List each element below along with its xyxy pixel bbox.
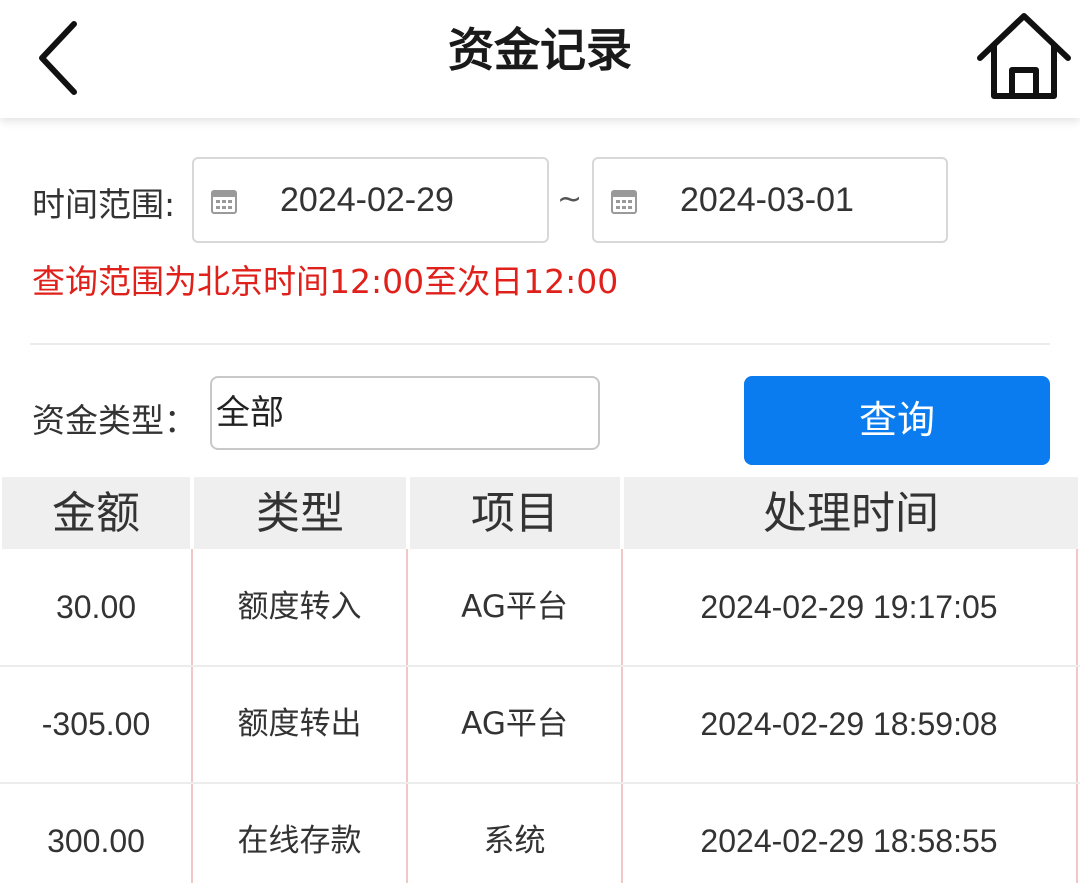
table-header: 金额 类型 项目 处理时间 [0, 477, 1080, 549]
time-range-label: 时间范围: [32, 185, 176, 224]
calendar-icon [211, 190, 237, 214]
item-cell: AG平台 [461, 589, 568, 625]
divider [30, 343, 1050, 345]
start-date-input[interactable]: 2024-02-29 [192, 157, 549, 243]
type-cell: 额度转入 [237, 589, 362, 625]
table-row[interactable]: 30.00 额度转入 AG平台 2024-02-29 19:17:05 [0, 549, 1080, 666]
fund-type-label: 资金类型： [32, 401, 197, 440]
query-button[interactable]: 查询 [744, 376, 1050, 465]
type-cell: 额度转出 [237, 706, 362, 742]
amount-cell: 300.00 [47, 823, 145, 859]
home-button[interactable] [974, 8, 1074, 104]
item-cell: AG平台 [461, 706, 568, 742]
home-icon [977, 13, 1071, 99]
start-date-value: 2024-02-29 [280, 181, 454, 219]
table-row[interactable]: -305.00 额度转出 AG平台 2024-02-29 18:59:08 [0, 666, 1080, 783]
fund-type-value: 全部 [216, 393, 284, 433]
column-header-amount: 金额 [2, 477, 190, 549]
time-cell: 2024-02-29 19:17:05 [700, 589, 998, 625]
column-header-type: 类型 [194, 477, 406, 549]
end-date-value: 2024-03-01 [680, 181, 854, 219]
column-header-time: 处理时间 [624, 477, 1078, 549]
page-title: 资金记录 [448, 23, 632, 77]
fund-type-select[interactable]: 全部 [210, 376, 600, 450]
time-cell: 2024-02-29 18:59:08 [700, 706, 998, 742]
amount-cell: -305.00 [41, 706, 151, 742]
amount-cell: 30.00 [55, 589, 137, 625]
column-header-item: 项目 [410, 477, 620, 549]
end-date-input[interactable]: 2024-03-01 [592, 157, 948, 243]
calendar-icon [611, 190, 637, 214]
range-separator: ~ [557, 182, 583, 217]
table-row[interactable]: 300.00 在线存款 系统 2024-02-29 18:58:55 [0, 783, 1080, 883]
time-cell: 2024-02-29 18:58:55 [700, 823, 998, 859]
fund-records-screen: 资金记录 时间范围: 2024-02-29 ~ 2024-03-01 查询范围为… [0, 0, 1080, 883]
item-cell: 系统 [483, 823, 546, 859]
query-range-notice: 查询范围为北京时间12:00至次日12:00 [32, 262, 619, 301]
type-cell: 在线存款 [237, 823, 362, 859]
top-bar: 资金记录 [0, 0, 1080, 118]
